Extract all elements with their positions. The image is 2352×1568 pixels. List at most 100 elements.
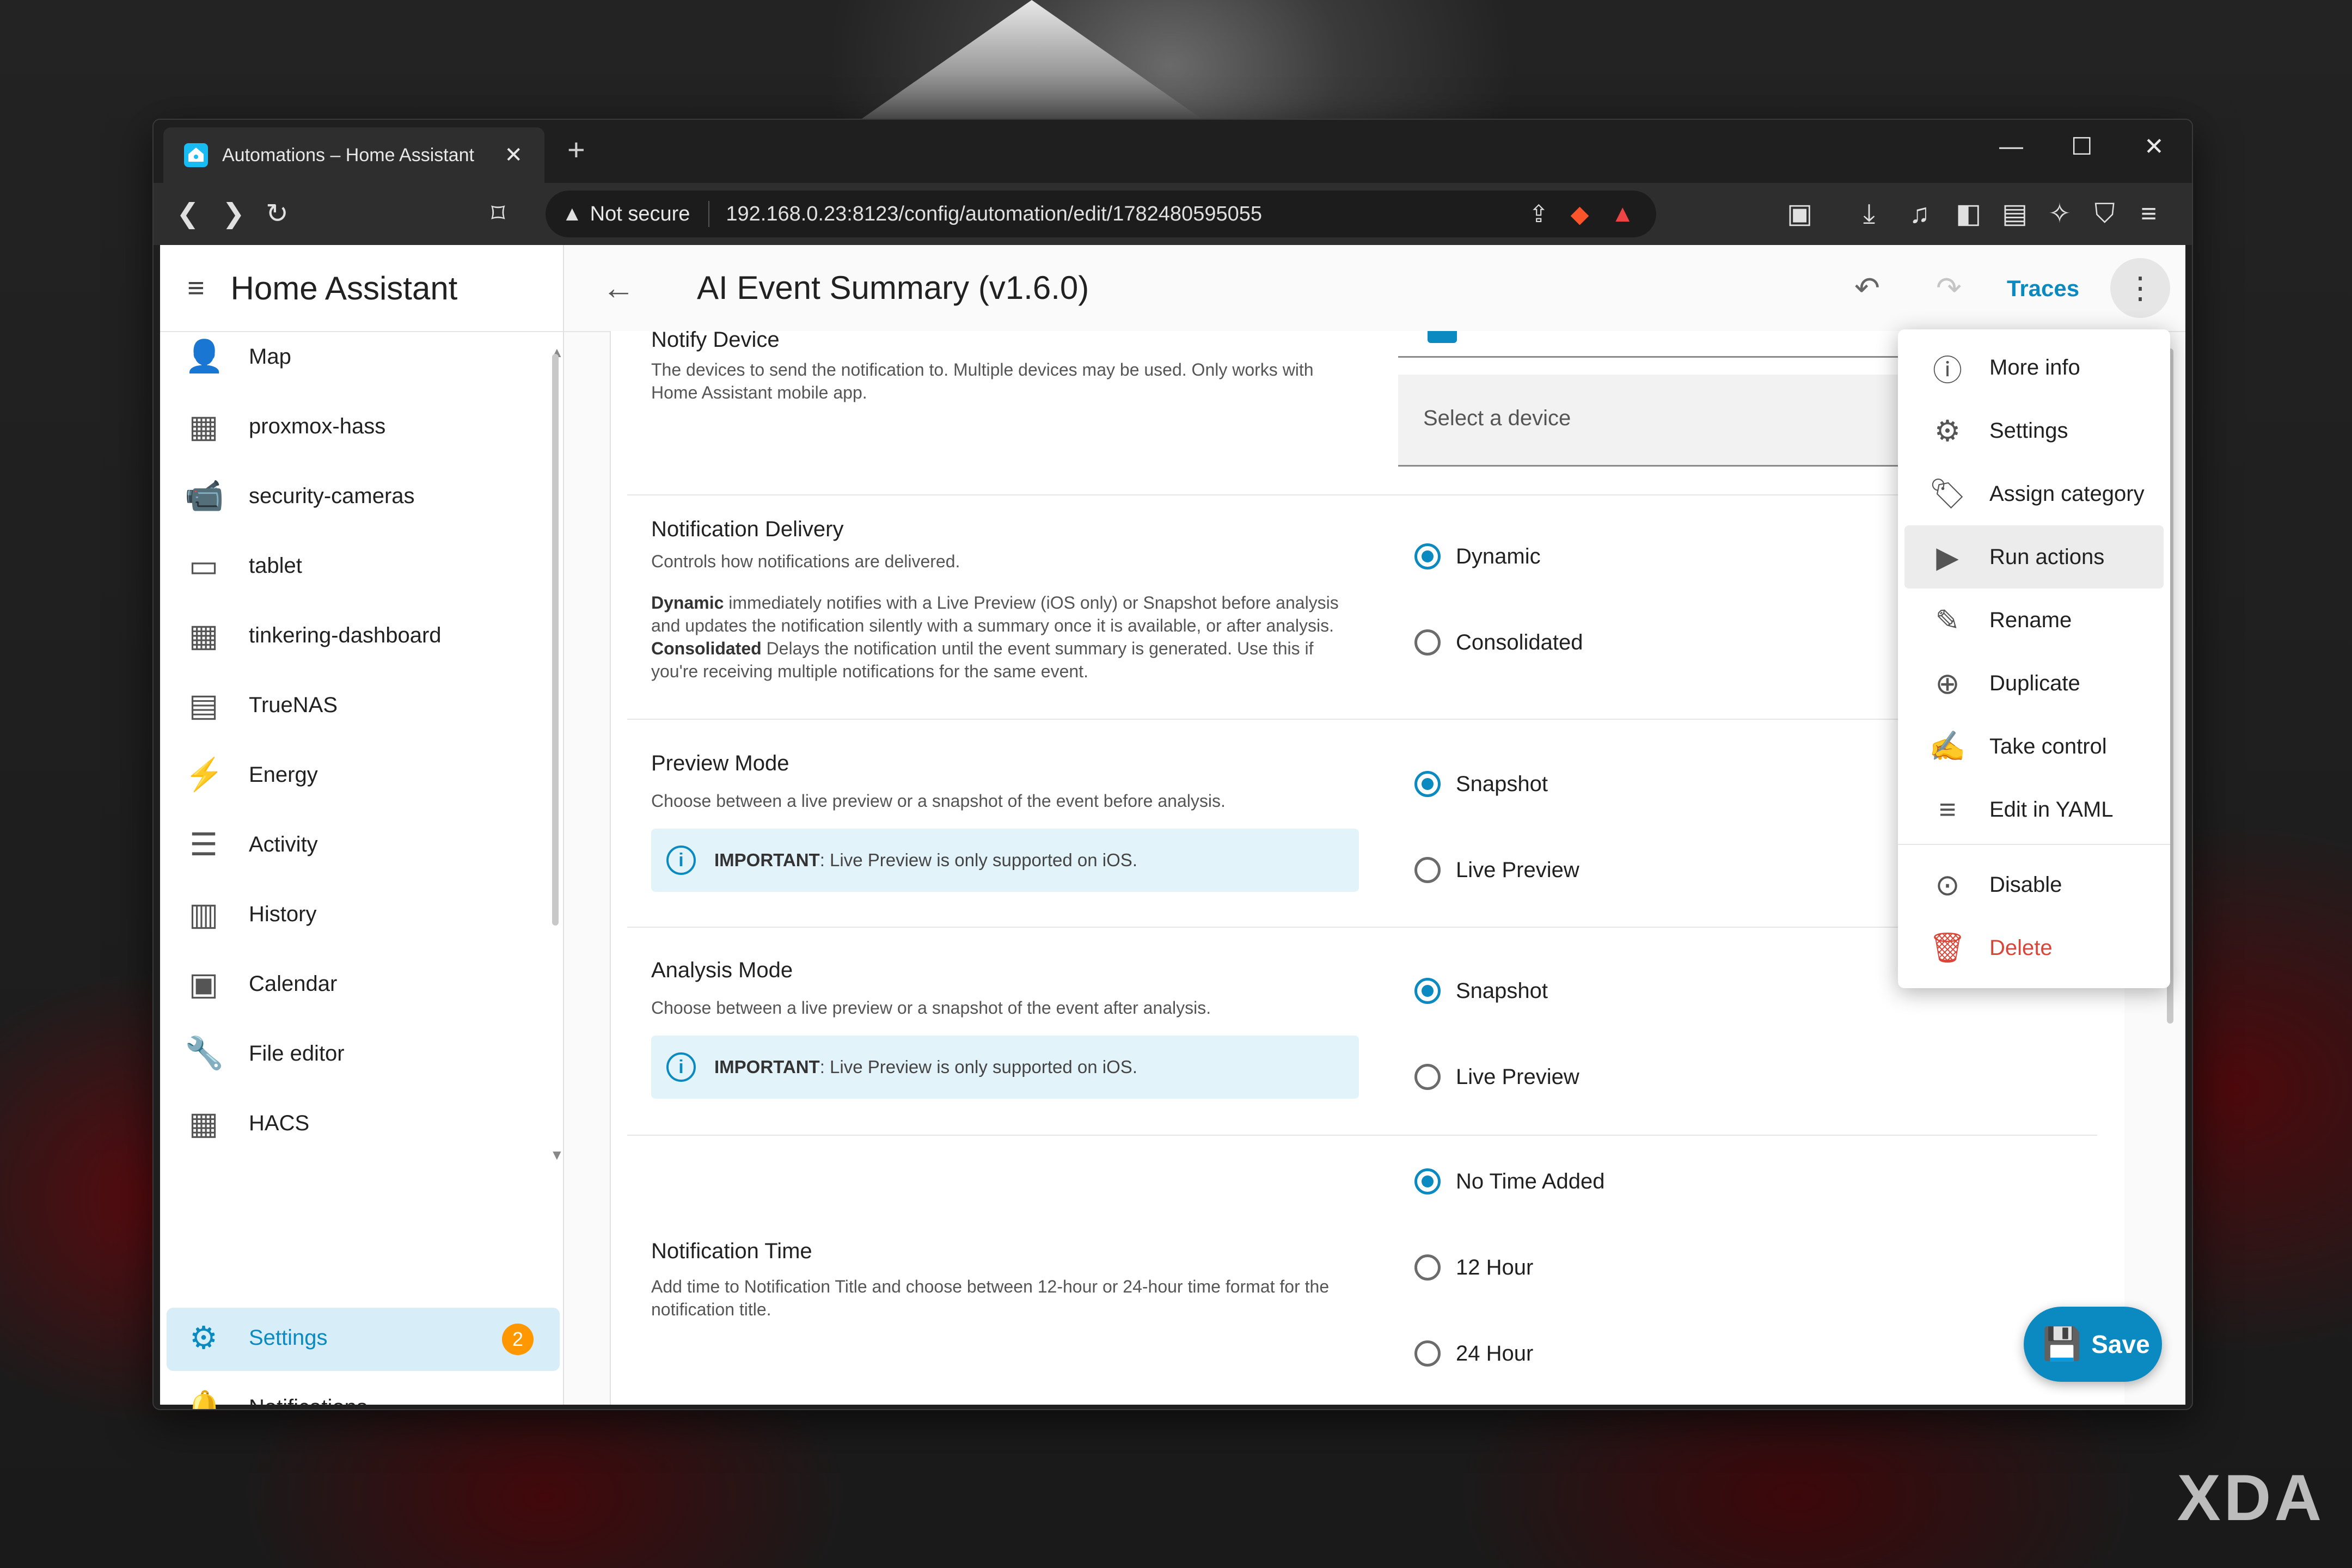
save-button[interactable]: 💾 Save <box>2024 1307 2162 1382</box>
undo-icon[interactable]: ↶ <box>1854 270 1880 306</box>
chart-icon: ▥ <box>188 897 219 932</box>
bookmark-icon[interactable]: ⌑ <box>491 197 505 230</box>
wallet-icon[interactable]: ▤ <box>2002 197 2028 230</box>
delivery-desc: Controls how notifications are delivered… <box>651 552 960 571</box>
tab-title: Automations – Home Assistant <box>222 144 475 166</box>
menu-item-rename[interactable]: ✎ Rename <box>1904 589 2164 652</box>
window-close-icon[interactable]: ✕ <box>2144 133 2164 161</box>
sidebar-item-label: Map <box>249 344 291 369</box>
reader-mode-icon[interactable]: ▣ <box>1787 197 1812 230</box>
sidebar-item-energy[interactable]: ⚡ Energy <box>160 745 552 805</box>
section-preview-mode: Preview Mode Choose between a live previ… <box>627 720 2097 928</box>
radio-12-hour[interactable]: 12 Hour <box>1414 1254 1533 1281</box>
sidebar-item-hacs[interactable]: ▦ HACS <box>160 1093 552 1149</box>
sidebar-toggle-icon[interactable]: ◧ <box>1956 197 1981 230</box>
menu-item-label: Take control <box>1989 734 2107 758</box>
back-icon[interactable]: ❮ <box>176 197 199 230</box>
redo-icon[interactable]: ↷ <box>1936 270 1962 306</box>
sidebar-item-notifications[interactable]: 🔔 Notifications <box>160 1377 552 1409</box>
sidebar-item-security-cameras[interactable]: 📹 security-cameras <box>160 466 552 526</box>
sidebar-item-tablet[interactable]: ▭ tablet <box>160 536 552 596</box>
menu-item-delete[interactable]: 🗑 Delete <box>1904 916 2164 979</box>
browser-menu-icon[interactable]: ≡ <box>2141 197 2157 230</box>
sidebar-scroll-down-icon[interactable]: ▼ <box>550 1147 564 1163</box>
info-icon: i <box>666 1052 696 1082</box>
menu-item-assign-category[interactable]: 🏷 Assign category <box>1904 462 2164 525</box>
browser-window: Automations – Home Assistant ✕ + — ☐ ✕ ❮… <box>152 119 2193 1410</box>
settings-badge: 2 <box>502 1324 534 1355</box>
sidebar-menu-icon[interactable]: ≡ <box>187 271 205 305</box>
back-arrow-icon[interactable]: ← <box>602 269 635 307</box>
radio-unchecked-icon <box>1414 1254 1441 1281</box>
radio-analysis-live[interactable]: Live Preview <box>1414 1064 1579 1090</box>
radio-label: No Time Added <box>1456 1169 1605 1193</box>
browser-tab-automations[interactable]: Automations – Home Assistant ✕ <box>163 127 544 183</box>
new-tab-button[interactable]: + <box>567 132 585 167</box>
url-text[interactable]: 192.168.0.23:8123/config/automation/edit… <box>726 203 1528 226</box>
brave-shields-icon[interactable]: ◆ <box>1571 200 1589 228</box>
sidebar-item-proxmox-hass[interactable]: ▦ proxmox-hass <box>160 396 552 456</box>
sidebar: ≡ Home Assistant 👤 Map ▦ proxmox-hass 📹 sec… <box>160 245 564 1409</box>
forward-icon[interactable]: ❯ <box>222 197 245 230</box>
analysis-desc: Choose between a live preview or a snaps… <box>651 998 1211 1018</box>
alert-text: IMPORTANT: Live Preview is only supporte… <box>714 850 1137 871</box>
menu-item-settings[interactable]: ⚙ Settings <box>1904 399 2164 462</box>
minimize-icon[interactable]: — <box>1999 133 2023 160</box>
maximize-icon[interactable]: ☐ <box>2071 133 2092 161</box>
share-icon[interactable]: ⇪ <box>1529 200 1549 228</box>
sidebar-scrollbar[interactable] <box>552 354 559 926</box>
sidebar-item-settings[interactable]: ⚙ Settings <box>160 1308 552 1368</box>
radio-preview-live[interactable]: Live Preview <box>1414 857 1579 883</box>
more-options-icon[interactable]: ⋮ <box>2110 258 2170 318</box>
menu-item-label: Settings <box>1989 418 2068 443</box>
sidebar-item-history[interactable]: ▥ History <box>160 884 552 944</box>
alert-bold: IMPORTANT <box>714 1057 820 1077</box>
dynamic-bold: Dynamic <box>651 593 724 612</box>
sidebar-item-map[interactable]: 👤 Map <box>160 332 552 387</box>
vpn-icon[interactable]: ⛉ <box>2094 197 2115 230</box>
radio-no-time-added[interactable]: No Time Added <box>1414 1168 1605 1195</box>
section-notification-time: Notification Time Add time to Notificati… <box>627 1136 2097 1405</box>
sidebar-item-calendar[interactable]: ▣ Calendar <box>160 954 552 1014</box>
preview-desc: Choose between a live preview or a snaps… <box>651 791 1226 811</box>
sidebar-item-activity[interactable]: ☰ Activity <box>160 814 552 874</box>
menu-item-edit-yaml[interactable]: ≡ Edit in YAML <box>1904 778 2164 841</box>
tab-close-icon[interactable]: ✕ <box>504 143 523 168</box>
menu-item-more-info[interactable]: ⓘ More info <box>1904 336 2164 399</box>
preview-title: Preview Mode <box>651 751 789 775</box>
media-icon[interactable]: ♫ <box>1909 197 1930 230</box>
menu-item-label: Assign category <box>1989 481 2145 506</box>
notify-device-title: Notify Device <box>651 331 780 352</box>
file-edit-icon: ✍ <box>1929 730 1966 763</box>
menu-item-run-actions[interactable]: ▶ Run actions <box>1904 525 2164 589</box>
radio-dynamic[interactable]: Dynamic <box>1414 543 1541 569</box>
sidebar-item-truenas[interactable]: ▤ TrueNAS <box>160 675 552 735</box>
sidebar-item-tinkering-dashboard[interactable]: ▦ tinkering-dashboard <box>160 605 552 665</box>
menu-item-duplicate[interactable]: ⊕ Duplicate <box>1904 652 2164 715</box>
menu-item-label: More info <box>1989 355 2080 379</box>
radio-consolidated[interactable]: Consolidated <box>1414 629 1583 656</box>
not-secure-label[interactable]: Not secure <box>590 203 690 226</box>
radio-24-hour[interactable]: 24 Hour <box>1414 1340 1533 1367</box>
radio-preview-snapshot[interactable]: Snapshot <box>1414 771 1548 797</box>
gear-icon: ⚙ <box>189 1320 218 1356</box>
radio-analysis-snapshot[interactable]: Snapshot <box>1414 978 1548 1004</box>
traces-button[interactable]: Traces <box>2007 275 2079 302</box>
floppy-disk-icon: 💾 <box>2042 1326 2082 1362</box>
radio-label: Live Preview <box>1456 857 1579 882</box>
overflow-menu: ⓘ More info ⚙ Settings 🏷 Assign category ▶ R… <box>1898 329 2170 988</box>
map-icon: 👤 <box>185 339 224 374</box>
tag-icon: 🏷 <box>1928 477 1967 510</box>
leo-ai-icon[interactable]: ✧ <box>2048 197 2071 230</box>
menu-item-disable[interactable]: ⊙ Disable <box>1904 853 2164 916</box>
reload-icon[interactable]: ↻ <box>266 197 289 230</box>
menu-item-take-control[interactable]: ✍ Take control <box>1904 715 2164 778</box>
sidebar-list: 👤 Map ▦ proxmox-hass 📹 security-cameras ▭ ta… <box>160 332 558 1149</box>
radio-checked-icon <box>1414 543 1441 569</box>
brave-rewards-icon[interactable]: ▲ <box>1610 200 1634 228</box>
checkbox-icon[interactable] <box>1428 331 1457 343</box>
download-icon[interactable]: ⤓ <box>1863 197 1875 230</box>
sidebar-item-file-editor[interactable]: 🔧 File editor <box>160 1024 552 1083</box>
address-bar[interactable]: ▲ Not secure 192.168.0.23:8123/config/au… <box>546 191 1656 237</box>
radio-label: Dynamic <box>1456 544 1541 568</box>
